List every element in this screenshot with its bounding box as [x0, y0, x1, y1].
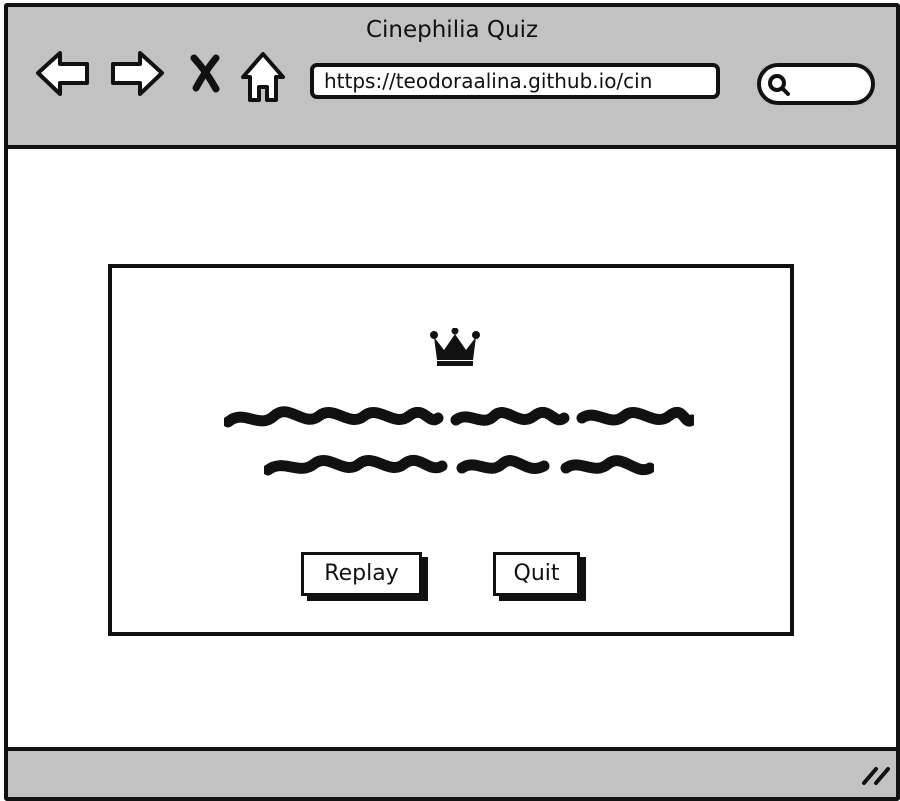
- resize-grip-icon[interactable]: [860, 763, 892, 791]
- crown-icon: [430, 327, 480, 372]
- replay-button[interactable]: Replay: [301, 552, 422, 596]
- result-dialog: Replay Quit: [108, 264, 794, 636]
- search-icon: [767, 73, 791, 101]
- status-bar: [8, 747, 896, 797]
- browser-chrome: Cinephilia Quiz https://teodoraalina.git…: [8, 7, 896, 149]
- quit-button[interactable]: Quit: [493, 552, 580, 596]
- redacted-text-line: [222, 404, 698, 440]
- page-content: Replay Quit: [8, 149, 896, 745]
- back-arrow-icon[interactable]: [34, 47, 92, 103]
- forward-arrow-icon[interactable]: [108, 47, 166, 103]
- home-icon[interactable]: [238, 49, 288, 109]
- window-title: Cinephilia Quiz: [365, 17, 539, 43]
- browser-window: Cinephilia Quiz https://teodoraalina.git…: [4, 3, 900, 801]
- url-input[interactable]: https://teodoraalina.github.io/cin: [310, 63, 720, 99]
- close-icon[interactable]: [188, 53, 224, 97]
- search-input[interactable]: [757, 63, 875, 105]
- redacted-text-line: [262, 452, 656, 486]
